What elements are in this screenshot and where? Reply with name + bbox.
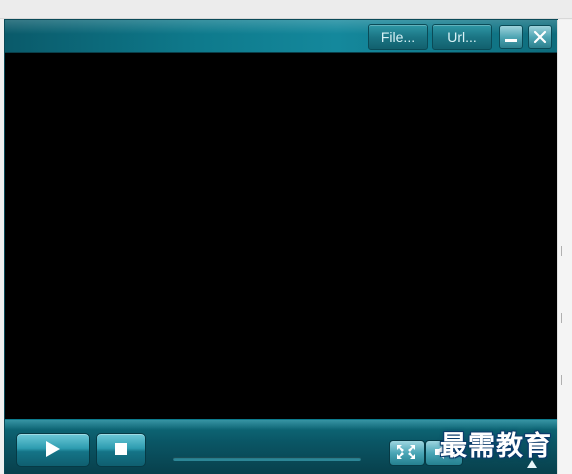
close-icon	[533, 30, 547, 44]
close-button[interactable]	[528, 25, 552, 49]
play-icon	[46, 441, 60, 457]
watermark-logo: 最需教育	[440, 431, 552, 462]
stop-icon	[115, 443, 127, 455]
minimize-icon	[505, 39, 517, 42]
url-button[interactable]: Url...	[432, 24, 492, 50]
play-button[interactable]	[16, 433, 90, 467]
fullscreen-button[interactable]	[389, 440, 425, 466]
top-strip	[0, 0, 572, 19]
side-ruler	[557, 20, 572, 474]
ruler-tick	[561, 313, 566, 323]
app-window: File... Url... 最需教育	[0, 0, 572, 474]
media-player: File... Url...	[5, 20, 557, 474]
video-area[interactable]	[5, 53, 557, 419]
ruler-tick	[561, 246, 566, 256]
file-button[interactable]: File...	[368, 24, 428, 50]
seek-bar[interactable]	[173, 457, 361, 461]
player-titlebar[interactable]: File... Url...	[5, 20, 557, 53]
stop-button[interactable]	[96, 433, 146, 467]
minimize-button[interactable]	[499, 25, 523, 49]
fullscreen-icon	[397, 445, 415, 459]
ruler-tick	[561, 375, 566, 385]
